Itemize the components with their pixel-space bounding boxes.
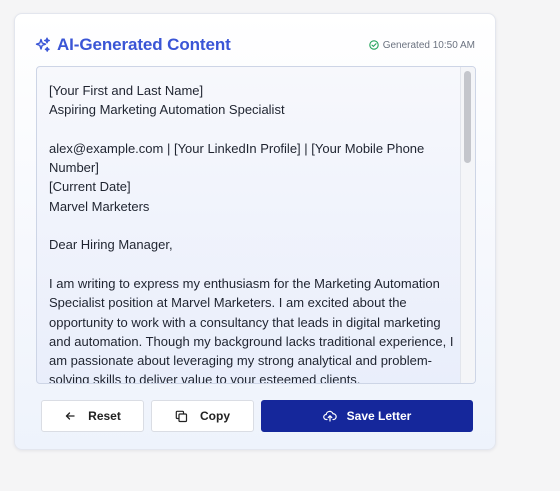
- scrollbar-thumb[interactable]: [464, 71, 471, 163]
- copy-icon: [175, 410, 188, 423]
- generated-timestamp: Generated 10:50 AM: [382, 39, 475, 51]
- cover-letter-text[interactable]: [Your First and Last Name] Aspiring Mark…: [49, 81, 454, 383]
- reset-button[interactable]: Reset: [41, 400, 144, 432]
- check-circle-icon: [368, 40, 379, 50]
- action-bar: Reset Copy Save Letter: [41, 400, 473, 432]
- arrow-left-icon: [64, 410, 76, 422]
- reset-button-label: Reset: [88, 409, 121, 423]
- ai-content-card: AI-Generated Content Generated 10:50 AM …: [14, 13, 496, 450]
- title-group: AI-Generated Content: [35, 35, 231, 55]
- cloud-upload-icon: [322, 410, 337, 422]
- vertical-scrollbar[interactable]: [460, 67, 475, 383]
- copy-button-label: Copy: [200, 409, 230, 423]
- save-letter-button[interactable]: Save Letter: [261, 400, 473, 432]
- save-letter-button-label: Save Letter: [346, 409, 412, 423]
- card-header: AI-Generated Content Generated 10:50 AM: [35, 34, 475, 56]
- card-title: AI-Generated Content: [57, 35, 231, 54]
- letter-content-area[interactable]: [Your First and Last Name] Aspiring Mark…: [36, 66, 476, 384]
- sparkles-icon: [35, 37, 51, 53]
- copy-button[interactable]: Copy: [151, 400, 254, 432]
- generated-status: Generated 10:50 AM: [368, 39, 475, 51]
